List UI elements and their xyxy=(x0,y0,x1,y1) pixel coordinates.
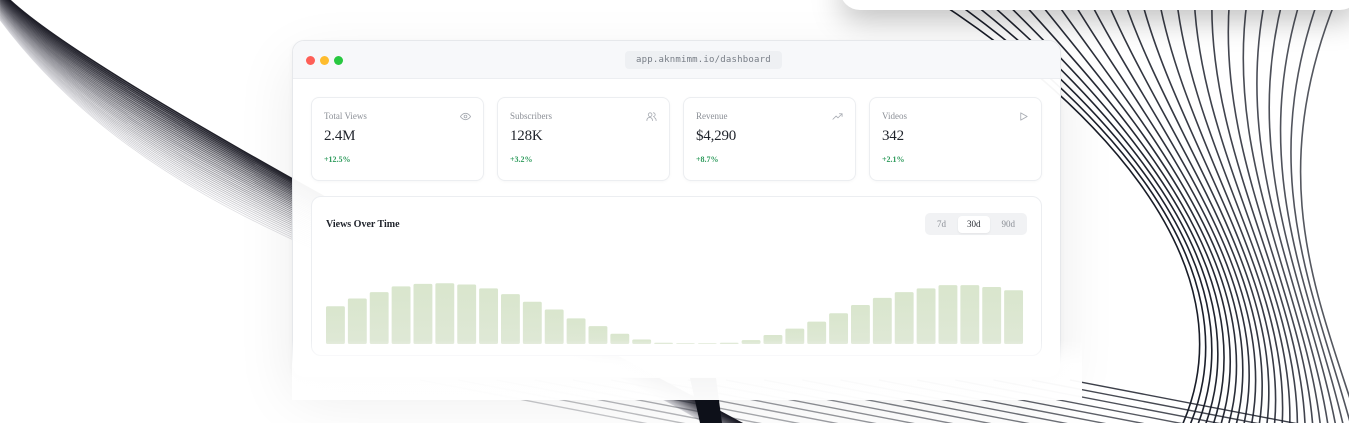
stats-row: Total Views 2.4M +12.5% Subscribers 128K… xyxy=(311,97,1042,181)
chart-bar[interactable] xyxy=(457,284,477,344)
views-chart-card: Views Over Time 7d 30d 90d xyxy=(311,196,1042,356)
dashboard-content: Total Views 2.4M +12.5% Subscribers 128K… xyxy=(311,97,1042,356)
chart-bar[interactable] xyxy=(544,309,564,344)
background-curve xyxy=(1256,0,1329,423)
stat-card-total-views[interactable]: Total Views 2.4M +12.5% xyxy=(311,97,484,181)
stat-value: 342 xyxy=(882,128,904,144)
chart-bar[interactable] xyxy=(1004,290,1024,344)
chart-bar[interactable] xyxy=(369,292,389,344)
chart-bar[interactable] xyxy=(326,306,345,344)
background-curve xyxy=(1158,0,1284,423)
chart-bar[interactable] xyxy=(851,304,870,344)
chart-bar[interactable] xyxy=(522,301,542,344)
stat-delta: +8.7% xyxy=(696,155,719,164)
views-bar-chart xyxy=(326,283,1024,344)
window-titlebar: app.aknmimm.io/dashboard xyxy=(293,41,1060,79)
users-icon xyxy=(646,112,657,122)
stat-card-revenue[interactable]: Revenue $4,290 +8.7% xyxy=(683,97,856,181)
stat-value: 2.4M xyxy=(324,128,356,144)
chart-bar[interactable] xyxy=(894,292,914,344)
stat-label: Subscribers xyxy=(510,111,552,121)
trending-up-icon xyxy=(832,113,843,120)
chart-bar[interactable] xyxy=(501,294,520,344)
top-shadow-decoration xyxy=(840,0,1349,10)
stat-card-subscribers[interactable]: Subscribers 128K +3.2% xyxy=(497,97,670,181)
close-window-button[interactable] xyxy=(306,56,315,65)
stat-delta: +3.2% xyxy=(510,155,533,164)
stat-label: Total Views xyxy=(324,111,367,121)
window-bottom-fade xyxy=(292,340,1082,400)
range-toggle: 7d 30d 90d xyxy=(925,213,1027,235)
stat-label: Revenue xyxy=(696,111,728,121)
stat-value: 128K xyxy=(510,128,543,144)
stat-card-videos[interactable]: Videos 342 +2.1% xyxy=(869,97,1042,181)
stat-value: $4,290 xyxy=(696,128,737,144)
maximize-window-button[interactable] xyxy=(334,56,343,65)
browser-window: app.aknmimm.io/dashboard Total Views 2.4… xyxy=(292,40,1061,378)
range-90d-button[interactable]: 90d xyxy=(993,216,1025,233)
chart-bar[interactable] xyxy=(479,288,499,344)
stat-delta: +2.1% xyxy=(882,155,905,164)
stat-label: Videos xyxy=(882,111,907,121)
chart-bar[interactable] xyxy=(872,297,892,344)
chart-bar[interactable] xyxy=(413,283,433,344)
stat-delta: +12.5% xyxy=(324,155,351,164)
eye-icon xyxy=(460,112,471,121)
play-icon xyxy=(1020,112,1028,121)
chart-bar[interactable] xyxy=(435,283,455,344)
chart-bar[interactable] xyxy=(960,285,980,344)
chart-bar[interactable] xyxy=(916,288,936,344)
chart-bar[interactable] xyxy=(938,285,958,344)
chart-bar[interactable] xyxy=(391,286,411,344)
minimize-window-button[interactable] xyxy=(320,56,329,65)
background-curve xyxy=(1105,0,1263,423)
chart-bar[interactable] xyxy=(982,287,1002,344)
address-bar[interactable]: app.aknmimm.io/dashboard xyxy=(625,51,782,69)
chart-bar[interactable] xyxy=(347,298,367,344)
range-7d-button[interactable]: 7d xyxy=(928,216,955,233)
chart-title: Views Over Time xyxy=(326,219,400,230)
range-30d-button[interactable]: 30d xyxy=(958,215,990,233)
